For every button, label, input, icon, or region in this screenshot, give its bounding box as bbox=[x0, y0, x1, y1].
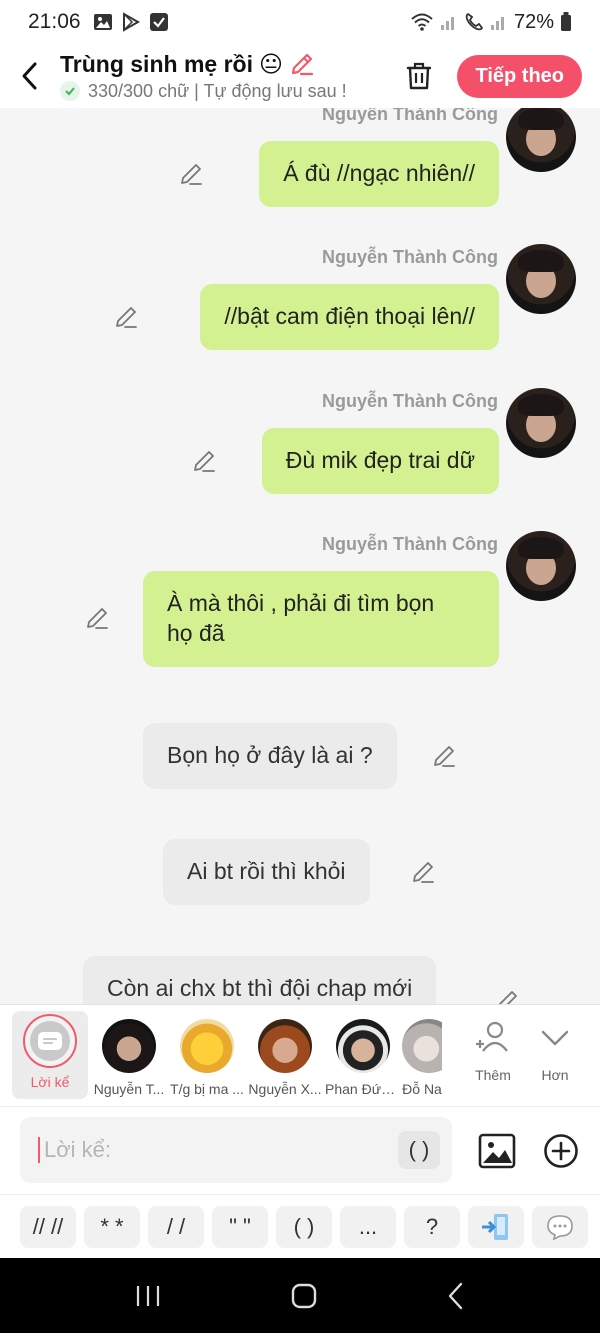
sender-name: Nguyễn Thành Công bbox=[322, 108, 498, 124]
wifi-icon bbox=[411, 13, 433, 31]
character-avatar bbox=[102, 1019, 156, 1073]
message-bubble[interactable]: //bật cam điện thoại lên// bbox=[200, 284, 499, 350]
character-name: Nguyễn X... bbox=[248, 1081, 322, 1097]
app-header: Trùng sinh mẹ rồi 😐 330/300 chữ | Tự độn… bbox=[0, 44, 600, 108]
chevron-down-icon bbox=[541, 1030, 569, 1046]
edit-icon[interactable] bbox=[494, 988, 520, 1004]
character-selector: Lời kể Nguyễn T... T/g bị ma ... Nguyễn … bbox=[0, 1004, 600, 1106]
home-icon[interactable] bbox=[289, 1281, 319, 1311]
text-caret bbox=[38, 1137, 40, 1163]
nav-back-icon[interactable] bbox=[445, 1281, 467, 1311]
switch-character-icon bbox=[482, 1213, 508, 1240]
narration-bubble[interactable]: Bọn họ ở đây là ai ? bbox=[143, 723, 397, 789]
avatar[interactable] bbox=[506, 108, 576, 172]
format-chip[interactable]: ... bbox=[340, 1205, 396, 1248]
check-icon bbox=[60, 81, 80, 101]
format-chip[interactable]: ( ) bbox=[276, 1205, 332, 1248]
format-chip[interactable]: " " bbox=[212, 1205, 268, 1248]
more-characters-button[interactable]: Hơn bbox=[524, 1011, 586, 1083]
avatar[interactable] bbox=[506, 531, 576, 601]
edit-icon[interactable] bbox=[84, 605, 110, 631]
character-avatar bbox=[336, 1019, 390, 1073]
chevron-left-icon bbox=[22, 62, 37, 90]
insert-character-button[interactable] bbox=[468, 1205, 524, 1248]
chat-story-editor: 21:06 72% Trùng sinh mẹ rồi 😐 330/300 ch… bbox=[0, 0, 600, 1333]
recent-apps-icon[interactable] bbox=[133, 1283, 163, 1309]
chat-bubble-button[interactable] bbox=[532, 1205, 588, 1248]
add-user-icon bbox=[476, 1021, 508, 1052]
character-avatar bbox=[258, 1019, 312, 1073]
image-icon bbox=[93, 14, 112, 30]
edit-icon[interactable] bbox=[410, 859, 436, 885]
battery-icon bbox=[561, 12, 571, 31]
add-icon[interactable] bbox=[543, 1133, 579, 1169]
message-input[interactable]: Lời kể: ( ) bbox=[20, 1117, 452, 1183]
checkbox-icon bbox=[149, 13, 168, 31]
play-store-icon bbox=[122, 12, 140, 32]
character-name: T/g bị ma ... bbox=[170, 1081, 244, 1097]
compose-bar: Lời kể: ( ) bbox=[0, 1106, 600, 1194]
sender-name: Nguyễn Thành Công bbox=[322, 391, 498, 411]
character-item[interactable]: Nguyễn T... bbox=[90, 1011, 168, 1097]
character-name: Đỗ Na bbox=[402, 1081, 442, 1097]
delete-button[interactable] bbox=[391, 44, 447, 108]
call-icon bbox=[465, 12, 484, 31]
chat-area[interactable]: Nguyễn Thành Công Á đù //ngạc nhiên// Ng… bbox=[0, 108, 600, 1004]
character-avatar bbox=[180, 1019, 234, 1073]
input-placeholder: Lời kể: bbox=[44, 1137, 112, 1162]
format-chip[interactable]: / / bbox=[148, 1205, 204, 1248]
add-character-button[interactable]: Thêm bbox=[462, 1011, 524, 1083]
page-title: Trùng sinh mẹ rồi bbox=[60, 50, 253, 77]
message-bubble[interactable]: Á đù //ngạc nhiên// bbox=[259, 141, 499, 207]
avatar[interactable] bbox=[506, 244, 576, 314]
narration-bubble[interactable]: Ai bt rồi thì khỏi bbox=[163, 839, 370, 905]
chat-bubble-icon bbox=[547, 1214, 573, 1240]
format-toolbar: // // * * / / " " ( ) ... ? bbox=[0, 1194, 600, 1258]
character-narrator[interactable]: Lời kể bbox=[12, 1011, 88, 1099]
edit-icon[interactable] bbox=[113, 304, 139, 330]
character-name: Phan Đức ... bbox=[325, 1081, 401, 1097]
signal-icon bbox=[440, 17, 454, 30]
sender-name: Nguyễn Thành Công bbox=[322, 247, 498, 267]
image-icon[interactable] bbox=[478, 1133, 516, 1169]
edit-icon[interactable] bbox=[431, 743, 457, 769]
format-chip[interactable]: * * bbox=[84, 1205, 140, 1248]
avatar[interactable] bbox=[506, 388, 576, 458]
status-bar: 21:06 72% bbox=[0, 0, 600, 44]
edit-icon[interactable] bbox=[178, 161, 204, 187]
sender-name: Nguyễn Thành Công bbox=[322, 534, 498, 554]
message-bubble[interactable]: Đù mik đẹp trai dữ bbox=[261, 428, 499, 494]
status-time: 21:06 bbox=[28, 10, 81, 33]
character-item[interactable]: Nguyễn X... bbox=[246, 1011, 324, 1097]
title-emoji: 😐 bbox=[258, 50, 283, 77]
word-count-status: 330/300 chữ | Tự động lưu sau ! bbox=[88, 80, 347, 101]
character-item[interactable]: T/g bị ma ... bbox=[168, 1011, 246, 1097]
message-bubble[interactable]: À mà thôi , phải đi tìm bọn họ đã bbox=[143, 571, 499, 667]
next-button[interactable]: Tiếp theo bbox=[457, 54, 582, 98]
character-item[interactable]: Phan Đức ... bbox=[324, 1011, 402, 1097]
character-name: Lời kể bbox=[30, 1074, 70, 1090]
battery-percent: 72% bbox=[513, 10, 554, 33]
more-characters-label: Hơn bbox=[541, 1067, 569, 1083]
back-button[interactable] bbox=[0, 44, 60, 108]
trash-icon bbox=[407, 62, 432, 90]
character-item[interactable]: Đỗ Na bbox=[402, 1011, 442, 1097]
character-name: Nguyễn T... bbox=[93, 1081, 165, 1097]
insert-parentheses-button[interactable]: ( ) bbox=[398, 1131, 440, 1169]
narration-bubble[interactable]: Còn ai chx bt thì đội chap mới bbox=[83, 956, 437, 1004]
format-chip[interactable]: ? bbox=[404, 1205, 460, 1248]
signal-icon bbox=[490, 17, 504, 30]
format-chip[interactable]: // // bbox=[20, 1205, 76, 1248]
title-area: Trùng sinh mẹ rồi 😐 330/300 chữ | Tự độn… bbox=[60, 51, 391, 102]
system-nav-bar bbox=[0, 1258, 600, 1333]
edit-icon[interactable] bbox=[191, 448, 217, 474]
character-avatar bbox=[402, 1019, 442, 1073]
narration-icon bbox=[38, 1032, 62, 1050]
add-character-label: Thêm bbox=[475, 1067, 511, 1083]
edit-title-icon[interactable] bbox=[289, 51, 315, 77]
